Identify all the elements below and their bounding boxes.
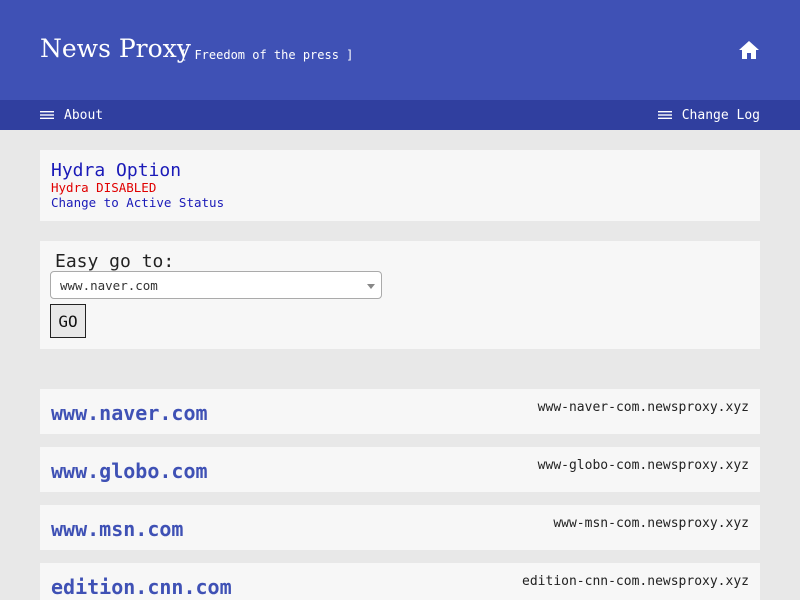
site-tagline: [ Freedom of the press ] [180,48,354,62]
site-proxy-link[interactable]: www-naver-com.newsproxy.xyz [538,400,749,415]
hydra-title: Hydra Option [51,160,182,181]
nav-changelog-label: Change Log [681,107,760,123]
nav-about-label: About [64,107,104,123]
easy-goto-card: Easy go to: www.naver.com GO [40,241,760,349]
menu-icon [657,111,672,119]
site-proxy-link[interactable]: www-msn-com.newsproxy.xyz [553,516,749,531]
hydra-status: Hydra DISABLED [51,180,157,195]
site-select-value: www.naver.com [60,278,158,293]
easy-goto-label: Easy go to: [55,251,175,272]
go-button[interactable]: GO [50,304,86,338]
menu-icon [40,111,54,119]
nav-about-link[interactable]: About [40,100,103,130]
home-icon [739,41,759,59]
nav-changelog-link[interactable]: Change Log [657,100,760,130]
site-link[interactable]: www.naver.com [51,401,208,425]
site-row: www.globo.com www-globo-com.newsproxy.xy… [40,447,760,492]
site-select[interactable]: www.naver.com [50,271,382,299]
header-bar: News Proxy [ Freedom of the press ] [0,0,800,100]
site-link[interactable]: edition.cnn.com [51,575,232,599]
hydra-option-card: Hydra Option Hydra DISABLED Change to Ac… [40,150,760,221]
site-row: www.msn.com www-msn-com.newsproxy.xyz [40,505,760,550]
site-proxy-link[interactable]: edition-cnn-com.newsproxy.xyz [522,574,749,589]
site-link[interactable]: www.globo.com [51,459,208,483]
home-button[interactable] [737,39,761,61]
site-row: www.naver.com www-naver-com.newsproxy.xy… [40,389,760,434]
site-link[interactable]: www.msn.com [51,517,183,541]
hydra-toggle-link[interactable]: Change to Active Status [51,195,224,210]
site-proxy-link[interactable]: www-globo-com.newsproxy.xyz [538,458,749,473]
caret-down-icon [367,284,375,289]
nav-bar: About Change Log [0,100,800,130]
site-title[interactable]: News Proxy [40,34,191,63]
site-row: edition.cnn.com edition-cnn-com.newsprox… [40,563,760,600]
